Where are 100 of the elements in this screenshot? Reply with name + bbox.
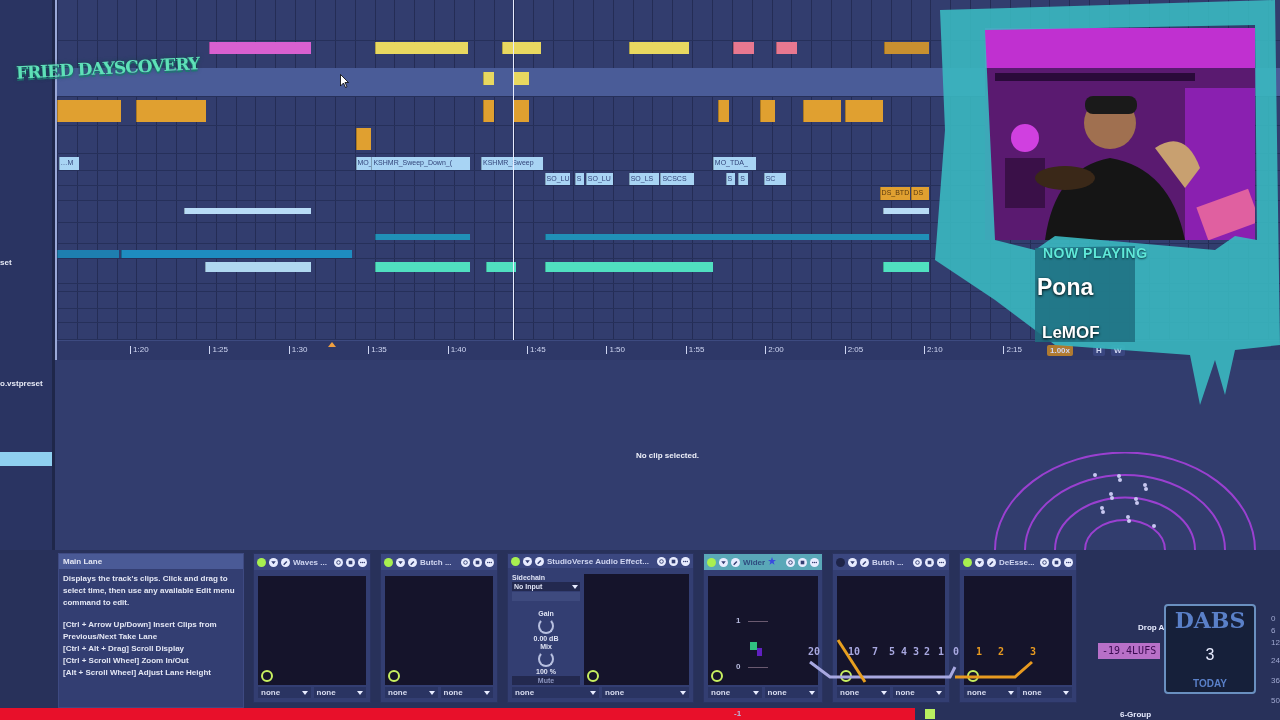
midi-clip[interactable]: [776, 42, 797, 54]
device-name: StudioVerse Audio Effect...: [547, 556, 649, 566]
midi-clip[interactable]: [844, 100, 883, 122]
link-icon[interactable]: [913, 557, 922, 567]
power-toggle[interactable]: [257, 557, 266, 567]
midi-clip[interactable]: [544, 262, 713, 272]
routing-dropdown[interactable]: none: [764, 687, 818, 698]
input-field[interactable]: [512, 592, 580, 601]
ruler-label: 2:00: [765, 346, 784, 354]
midi-clip[interactable]: [374, 234, 470, 240]
triangle-down-icon[interactable]: [975, 557, 984, 567]
more-icon[interactable]: [810, 557, 819, 567]
midi-clip[interactable]: [57, 100, 121, 122]
routing-dropdown[interactable]: none: [964, 687, 1017, 698]
knob-ring-icon[interactable]: [388, 670, 400, 682]
midi-clip[interactable]: [884, 42, 929, 54]
triangle-down-icon[interactable]: [848, 557, 857, 567]
power-toggle[interactable]: [707, 557, 716, 567]
save-icon[interactable]: [669, 556, 678, 566]
midi-clip[interactable]: [209, 42, 312, 54]
triangle-down-icon[interactable]: [269, 557, 278, 567]
vu-scale-label: 5: [889, 647, 896, 657]
save-icon[interactable]: [1052, 557, 1061, 567]
midi-clip[interactable]: [374, 262, 470, 272]
device-header[interactable]: Butch ...: [381, 554, 497, 570]
power-toggle[interactable]: [836, 557, 845, 567]
routing-dropdown[interactable]: none: [258, 687, 311, 698]
link-icon[interactable]: [657, 556, 666, 566]
midi-clip[interactable]: [803, 100, 842, 122]
browser-item[interactable]: o.vstpreset: [0, 379, 43, 388]
midi-clip[interactable]: [136, 100, 207, 122]
midi-clip[interactable]: [544, 234, 929, 240]
knob-ring-icon[interactable]: [840, 670, 852, 682]
knob-ring-icon[interactable]: [711, 670, 723, 682]
save-icon[interactable]: [346, 557, 355, 567]
more-icon[interactable]: [937, 557, 946, 567]
device-header[interactable]: Waves ...: [254, 554, 370, 570]
link-icon[interactable]: [1040, 557, 1049, 567]
knob-ring-icon[interactable]: [967, 670, 979, 682]
midi-clip[interactable]: [512, 100, 529, 122]
midi-clip[interactable]: [882, 262, 929, 272]
routing-dropdown[interactable]: none: [837, 687, 890, 698]
routing-dropdown[interactable]: none: [512, 687, 599, 698]
midi-clip[interactable]: [733, 42, 755, 54]
more-icon[interactable]: [681, 556, 690, 566]
routing-dropdown[interactable]: none: [440, 687, 493, 698]
midi-clip[interactable]: [184, 208, 312, 214]
midi-clip[interactable]: [204, 262, 312, 272]
meter-scale-label: 0: [1271, 615, 1276, 623]
routing-dropdown[interactable]: none: [892, 687, 945, 698]
triangle-down-icon[interactable]: [719, 557, 728, 567]
wrench-icon[interactable]: [535, 556, 544, 566]
wrench-icon[interactable]: [281, 557, 290, 567]
power-toggle[interactable]: [511, 556, 520, 566]
wrench-icon[interactable]: [408, 557, 417, 567]
triangle-down-icon[interactable]: [396, 557, 405, 567]
gain-knob[interactable]: [538, 618, 554, 634]
browser-item[interactable]: set: [0, 258, 12, 267]
midi-clip[interactable]: [355, 128, 372, 150]
save-icon[interactable]: [473, 557, 482, 567]
shortcut-text: [Ctrl + Alt + Drag] Scroll Display: [62, 643, 186, 655]
knob-ring-icon[interactable]: [261, 670, 273, 682]
routing-dropdown[interactable]: none: [385, 687, 438, 698]
device-header[interactable]: DeEsse...: [960, 554, 1076, 570]
device-header[interactable]: Butch ...: [833, 554, 949, 570]
triangle-down-icon[interactable]: [523, 556, 532, 566]
power-toggle[interactable]: [384, 557, 393, 567]
wrench-icon[interactable]: [987, 557, 996, 567]
midi-clip[interactable]: [57, 250, 119, 258]
routing-dropdown[interactable]: none: [602, 687, 689, 698]
more-icon[interactable]: [1064, 557, 1073, 567]
midi-clip[interactable]: [482, 72, 494, 85]
save-icon[interactable]: [925, 557, 934, 567]
link-icon[interactable]: [461, 557, 470, 567]
device-header[interactable]: StudioVerse Audio Effect...: [508, 554, 693, 568]
midi-clip[interactable]: [482, 100, 494, 122]
ruler-label: 2:15: [1003, 346, 1022, 354]
mix-knob[interactable]: [538, 651, 554, 667]
vu-scale-label: 10: [848, 647, 861, 657]
power-toggle[interactable]: [963, 557, 972, 567]
knob-ring-icon[interactable]: [587, 670, 599, 682]
midi-clip[interactable]: [501, 42, 542, 54]
midi-clip[interactable]: [760, 100, 775, 122]
midi-clip[interactable]: [882, 208, 929, 214]
midi-clip[interactable]: [374, 42, 469, 54]
routing-dropdown[interactable]: none: [313, 687, 366, 698]
save-icon[interactable]: [798, 557, 807, 567]
more-icon[interactable]: [358, 557, 367, 567]
midi-clip[interactable]: [717, 100, 729, 122]
midi-clip[interactable]: [120, 250, 353, 258]
routing-dropdown[interactable]: none: [1019, 687, 1072, 698]
more-icon[interactable]: [485, 557, 494, 567]
midi-clip[interactable]: [628, 42, 689, 54]
midi-clip[interactable]: [485, 262, 516, 272]
link-icon[interactable]: [334, 557, 343, 567]
scale-label: 1: [736, 616, 741, 625]
routing-dropdown[interactable]: none: [708, 687, 762, 698]
wrench-icon[interactable]: [860, 557, 869, 567]
loop-marker-icon[interactable]: [327, 342, 336, 347]
wrench-icon[interactable]: [731, 557, 740, 567]
